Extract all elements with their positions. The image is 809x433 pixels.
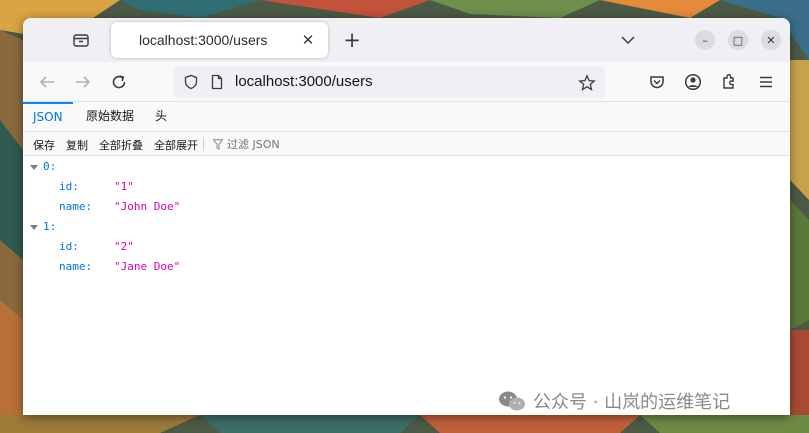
browser-tab[interactable]: localhost:3000/users ✕ bbox=[111, 22, 328, 58]
tree-row: name: bbox=[59, 197, 92, 217]
browser-window: localhost:3000/users ✕ + – □ ✕ localhost… bbox=[23, 18, 790, 415]
tree-node-index[interactable]: 0: bbox=[43, 157, 56, 177]
json-value: "1" bbox=[114, 180, 134, 193]
json-viewer-toolbar: 保存 复制 全部折叠 全部展开 过滤 JSON bbox=[23, 132, 790, 156]
json-viewer-tabs: JSON 原始数据 头 bbox=[23, 102, 790, 132]
tree-value: "2" bbox=[114, 237, 134, 257]
watermark-text: 公众号 · 山岚的运维笔记 bbox=[533, 392, 731, 413]
maximize-button[interactable]: □ bbox=[728, 30, 748, 50]
tree-value: "John Doe" bbox=[114, 197, 180, 217]
shield-icon[interactable] bbox=[183, 74, 199, 90]
minimize-button[interactable]: – bbox=[695, 30, 715, 50]
tab-strip: localhost:3000/users ✕ + – □ ✕ bbox=[23, 18, 790, 62]
close-window-button[interactable]: ✕ bbox=[761, 30, 781, 50]
tree-value: "Jane Doe" bbox=[114, 257, 180, 277]
chevron-down-icon[interactable] bbox=[619, 31, 637, 49]
tab-list-icon[interactable] bbox=[71, 30, 91, 50]
back-arrow-icon[interactable] bbox=[37, 72, 57, 92]
funnel-icon bbox=[213, 138, 223, 150]
tree-row: id: bbox=[59, 177, 79, 197]
puzzle-icon[interactable] bbox=[720, 73, 738, 91]
json-value: "John Doe" bbox=[114, 200, 181, 213]
tab-raw-data[interactable]: 原始数据 bbox=[76, 102, 144, 131]
collapse-all-button[interactable]: 全部折叠 bbox=[99, 137, 143, 153]
wechat-icon bbox=[499, 391, 525, 411]
save-button[interactable]: 保存 bbox=[33, 137, 55, 153]
url-bar[interactable]: localhost:3000/users bbox=[173, 66, 605, 98]
filter-json-input[interactable]: 过滤 JSON bbox=[213, 136, 280, 152]
tab-json[interactable]: JSON bbox=[23, 102, 73, 131]
tab-headers[interactable]: 头 bbox=[145, 102, 177, 131]
expand-all-button[interactable]: 全部展开 bbox=[154, 137, 198, 153]
tab-title: localhost:3000/users bbox=[139, 32, 268, 48]
tree-row: name: bbox=[59, 257, 92, 277]
account-icon[interactable] bbox=[684, 73, 702, 91]
json-key: name: bbox=[59, 200, 93, 213]
json-key: id: bbox=[59, 240, 79, 253]
json-value: "Jane Doe" bbox=[114, 260, 181, 273]
tree-row: id: bbox=[59, 237, 79, 257]
forward-arrow-icon[interactable] bbox=[73, 72, 93, 92]
tree-node-index[interactable]: 1: bbox=[43, 217, 56, 237]
json-key: id: bbox=[59, 180, 79, 193]
filter-placeholder: 过滤 JSON bbox=[227, 138, 280, 151]
tree-value: "1" bbox=[114, 177, 134, 197]
watermark: 公众号 · 山岚的运维笔记 bbox=[497, 388, 730, 414]
collapse-toggle-icon[interactable] bbox=[30, 165, 38, 170]
page-icon[interactable] bbox=[209, 74, 225, 90]
pocket-icon[interactable] bbox=[648, 73, 666, 91]
hamburger-menu-icon[interactable] bbox=[757, 73, 775, 91]
star-icon[interactable] bbox=[578, 74, 596, 91]
reload-icon[interactable] bbox=[109, 72, 129, 92]
json-key: name: bbox=[59, 260, 93, 273]
collapse-toggle-icon[interactable] bbox=[30, 225, 38, 230]
close-tab-icon[interactable]: ✕ bbox=[296, 28, 320, 52]
toolbar-divider bbox=[203, 137, 204, 151]
new-tab-button[interactable]: + bbox=[341, 30, 363, 52]
json-value: "2" bbox=[114, 240, 134, 253]
url-text[interactable]: localhost:3000/users bbox=[235, 73, 373, 90]
copy-button[interactable]: 复制 bbox=[66, 137, 88, 153]
navigation-bar: localhost:3000/users bbox=[23, 62, 790, 102]
